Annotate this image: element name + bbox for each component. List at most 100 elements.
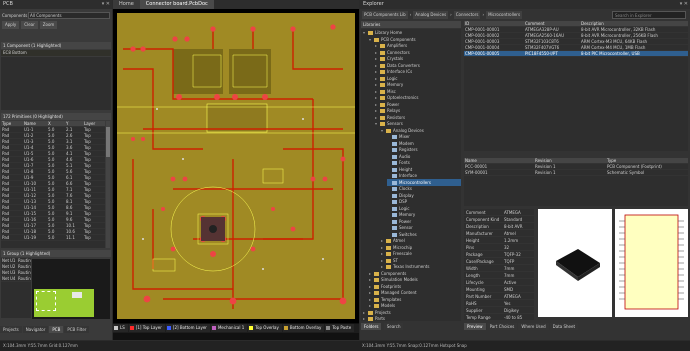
layer-tab[interactable]: Top Paste: [325, 324, 355, 332]
tree-item-label: Components: [381, 270, 407, 276]
column-header[interactable]: Description: [580, 21, 688, 26]
panel-tab[interactable]: Navigator: [22, 326, 49, 333]
parameter-row[interactable]: RoHS Yes: [464, 300, 534, 307]
table-cell: Pad: [2, 157, 10, 162]
tab-pcb-document[interactable]: Connector board.PcbDoc: [139, 0, 214, 9]
layer-tab[interactable]: [1] Top Layer: [128, 324, 165, 332]
folder-icon: [368, 31, 373, 35]
parameter-name: Package: [466, 252, 483, 257]
layer-tab[interactable]: Mechanical 1: [210, 324, 248, 332]
tree-item-label: Logic: [399, 205, 410, 211]
table-row[interactable]: Pad U1-19 5.0 11.1 Top: [1, 235, 105, 241]
panel-menu-icon[interactable]: ▾ ✕: [680, 0, 688, 9]
table-cell: 8.6: [66, 205, 73, 210]
preview-tab[interactable]: Where Used: [518, 323, 549, 330]
table-cell: Top: [84, 133, 91, 138]
column-header[interactable]: X: [47, 121, 65, 126]
parameter-row[interactable]: Mounting SMD: [464, 286, 534, 293]
table-cell: 4.6: [66, 157, 73, 162]
filter-select[interactable]: All Components: [28, 11, 110, 19]
tree-item-label: Logic: [387, 75, 398, 81]
layer-tab[interactable]: [2] Bottom Layer: [165, 324, 210, 332]
parameter-row[interactable]: Width 7mm: [464, 265, 534, 272]
pcb-canvas[interactable]: [113, 9, 359, 323]
layer-tab[interactable]: Top Overlay: [248, 324, 282, 332]
list-cell: STM32F103C8T6: [525, 39, 559, 44]
table-cell: Top: [84, 199, 91, 204]
panel-tab[interactable]: PCB Filter: [64, 326, 90, 333]
layer-color-swatch: [249, 326, 254, 330]
tree-item[interactable]: ▸ Parts: [363, 315, 461, 321]
column-header[interactable]: Type: [1, 121, 23, 126]
column-header[interactable]: Layer: [83, 121, 105, 126]
table-cell: 5.0: [48, 217, 55, 222]
panel-tab[interactable]: Projects: [0, 326, 22, 333]
tab-folders[interactable]: Folders: [361, 323, 382, 330]
table-cell: 5.6: [66, 169, 73, 174]
parameter-row[interactable]: Case/Package TQFP: [464, 258, 534, 265]
parameter-row[interactable]: Lifecycle Active: [464, 279, 534, 286]
parameter-row[interactable]: Supplier Digikey: [464, 307, 534, 314]
table-cell: 5.0: [48, 223, 55, 228]
tree-item-label: Projects: [375, 309, 391, 315]
breadcrumb-item[interactable]: Analog Devices: [413, 11, 449, 19]
parameter-value: Standard: [504, 217, 523, 222]
column-header[interactable]: Revision: [534, 158, 606, 163]
folder-icon: [380, 115, 385, 120]
folder-icon: [374, 278, 379, 282]
list-cell: ARM Cortex-M3 MCU, 64KB Flash: [581, 39, 648, 44]
board-thumbnail[interactable]: [32, 259, 110, 319]
column-header[interactable]: Y: [65, 121, 83, 126]
panel-menu-icon[interactable]: ▾ ✕: [102, 0, 110, 9]
component-icon: [392, 226, 397, 230]
folder-icon: [380, 89, 385, 94]
group-row[interactable]: NetU4Routing B: [1, 276, 31, 282]
tree-item-label: Modem: [399, 140, 414, 146]
preview-tab[interactable]: Part Choices: [486, 323, 518, 330]
parameter-name: Description: [466, 224, 489, 229]
tree-item-label: Interface ICs: [387, 69, 413, 74]
layer-tab[interactable]: Bottom Overlay: [282, 324, 325, 332]
list-row[interactable]: CMP-0001-00005 PIC18F4550-I/PT 8-bit PIC M…: [464, 51, 688, 57]
breadcrumb-item[interactable]: Connectors: [453, 11, 481, 19]
tree-tabs: Folders Search: [361, 323, 461, 331]
breadcrumb-item[interactable]: PCB Components Lib: [362, 11, 408, 19]
parameter-row[interactable]: Temp Range -40 to 85: [464, 314, 534, 321]
primitives-table: Type Name X Y Layer Pad U1-1 5.0 2.1 Top Pad U1-2 5.…: [1, 121, 105, 248]
preview-tab[interactable]: Preview: [464, 323, 486, 330]
component-icon: [392, 141, 397, 146]
column-header[interactable]: Type: [606, 158, 688, 163]
panel-tab[interactable]: PCB: [49, 326, 64, 333]
table-cell: Top: [84, 181, 91, 186]
model-row[interactable]: SYM-00001 Revision 1 Schematic Symbol: [464, 170, 688, 176]
parameter-row[interactable]: Comment ATMEGA: [464, 209, 534, 216]
zoom-button[interactable]: Zoom: [39, 21, 58, 29]
table-cell: Pad: [2, 235, 10, 240]
column-header[interactable]: ID: [464, 21, 524, 26]
table-cell: U2: [10, 264, 16, 269]
parameter-row[interactable]: Component Kind Standard: [464, 216, 534, 223]
apply-button[interactable]: Apply: [2, 21, 20, 29]
component-summary-row[interactable]: EC8 Bottom: [1, 50, 111, 56]
tab-search[interactable]: Search: [383, 323, 404, 330]
table-cell: 3.6: [66, 145, 73, 150]
parameter-row[interactable]: Description 8-bit AVR: [464, 223, 534, 230]
preview-tab[interactable]: Data Sheet: [549, 323, 579, 330]
parameter-row[interactable]: Length 7mm: [464, 272, 534, 279]
parameter-row[interactable]: Part Number ATMEGA: [464, 293, 534, 300]
parameter-row[interactable]: Height 1.2mm: [464, 237, 534, 244]
column-header[interactable]: Comment: [524, 21, 580, 26]
folder-icon: [380, 102, 385, 107]
tab-home[interactable]: Home: [113, 0, 140, 9]
column-header[interactable]: Name: [464, 158, 534, 163]
clear-button[interactable]: Clear: [21, 21, 38, 29]
parameter-row[interactable]: Manufacturer Atmel: [464, 230, 534, 237]
breadcrumb-item[interactable]: Microcontrollers: [486, 11, 523, 19]
column-header[interactable]: Name: [23, 121, 47, 126]
search-input[interactable]: Search in Explorer: [612, 11, 686, 19]
layer-tab[interactable]: LS: [113, 324, 128, 332]
parameter-row[interactable]: Package TQFP-32: [464, 251, 534, 258]
component-icon: [392, 219, 397, 224]
primitives-scrollbar[interactable]: [106, 121, 110, 248]
parameter-row[interactable]: Pins 32: [464, 244, 534, 251]
